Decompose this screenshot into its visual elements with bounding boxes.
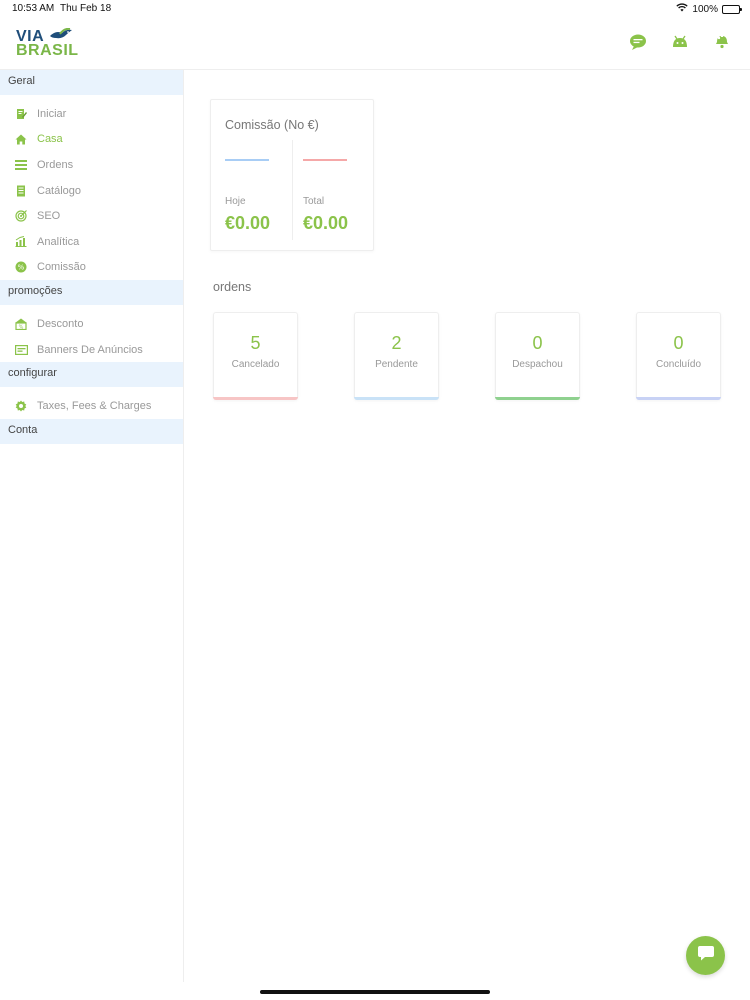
sidebar-item-label: SEO: [37, 210, 61, 223]
commission-total-value: €0.00: [303, 213, 349, 233]
document-edit-icon: [14, 107, 28, 121]
banner-icon: [14, 343, 28, 357]
target-icon: [14, 209, 28, 223]
status-time: 10:53 AM: [12, 3, 55, 14]
commission-today-value: €0.00: [225, 213, 271, 233]
bar-chart-icon: [14, 235, 28, 249]
sidebar-item-seo[interactable]: SEO: [0, 203, 183, 229]
sidebar-item-banners[interactable]: Banners De Anúncios: [0, 337, 183, 363]
book-icon: [14, 184, 28, 198]
order-status-label: Cancelado: [231, 359, 280, 370]
order-status-bar: [354, 397, 439, 400]
sidebar-section-promocoes: promoções: [0, 280, 183, 306]
home-icon: [14, 132, 28, 146]
sidebar-section-geral: Geral: [0, 70, 183, 95]
via-brasil-logo[interactable]: VIA BRASIL: [14, 26, 84, 62]
notification-bell-icon[interactable]: [712, 32, 732, 52]
status-bar: 10:53 AM Thu Feb 18 100%: [0, 0, 750, 18]
order-status-label: Concluído: [655, 359, 702, 370]
chat-icon: [697, 945, 715, 967]
order-status-bar: [213, 397, 298, 400]
order-status-bar: [636, 397, 721, 400]
dashboard-main: Comissão (No €) Hoje €0.00 Total €0.00 o…: [185, 70, 750, 982]
sidebar-item-label: Iniciar: [37, 107, 67, 120]
order-status-bar: [495, 397, 580, 400]
commission-total-indicator: [303, 159, 347, 161]
order-count: 5: [250, 333, 261, 353]
wifi-icon: [676, 3, 689, 15]
sidebar-item-desconto[interactable]: % Desconto: [0, 311, 183, 337]
sidebar-item-comissao[interactable]: % Comissão: [0, 255, 183, 281]
discount-icon: %: [14, 317, 28, 331]
sidebar-item-catalogo[interactable]: Catálogo: [0, 178, 183, 204]
order-status-label: Despachou: [512, 359, 563, 370]
sidebar-item-label: Desconto: [37, 317, 84, 330]
commission-today-label: Hoje: [225, 196, 246, 207]
commission-divider: [292, 140, 293, 240]
commission-title: Comissão (No €): [225, 118, 319, 132]
sidebar-item-label: Casa: [37, 133, 63, 146]
percent-icon: %: [14, 260, 28, 274]
app-header: VIA BRASIL: [0, 18, 750, 70]
sidebar-item-label: Comissão: [37, 261, 86, 274]
sidebar-section-configurar: configurar: [0, 362, 183, 388]
sidebar-item-taxes[interactable]: Taxes, Fees & Charges: [0, 393, 183, 419]
android-icon[interactable]: [670, 32, 690, 52]
sidebar-item-label: Ordens: [37, 158, 74, 171]
sidebar-item-label: Analítica: [37, 235, 80, 248]
sidebar-item-casa[interactable]: Casa: [0, 127, 183, 153]
order-status-label: Pendente: [375, 359, 418, 370]
sidebar-item-label: Taxes, Fees & Charges: [37, 400, 152, 413]
battery-icon: [722, 4, 742, 14]
svg-text:%: %: [18, 264, 25, 272]
commission-card: Comissão (No €) Hoje €0.00 Total €0.00: [210, 99, 374, 251]
sidebar-item-analitica[interactable]: Analítica: [0, 229, 183, 255]
order-count: 2: [391, 333, 402, 353]
order-card-cancelado[interactable]: 5 Cancelado: [213, 312, 298, 400]
home-indicator: [260, 990, 490, 994]
status-date: Thu Feb 18: [60, 3, 112, 14]
orders-section-title: ordens: [213, 280, 252, 294]
commission-today-indicator: [225, 159, 269, 161]
order-card-concluido[interactable]: 0 Concluído: [636, 312, 721, 400]
status-indicators: 100%: [676, 3, 742, 15]
chat-support-button[interactable]: [686, 936, 725, 975]
chat-bubbles-icon[interactable]: [628, 32, 648, 52]
commission-total-label: Total: [303, 196, 325, 207]
order-count: 0: [532, 333, 543, 353]
header-actions: [628, 32, 732, 52]
sidebar-item-label: Catálogo: [37, 184, 82, 197]
order-card-despachou[interactable]: 0 Despachou: [495, 312, 580, 400]
sidebar: Geral Iniciar Casa Ordens Catálogo SEO A…: [0, 70, 184, 982]
svg-text:%: %: [19, 324, 24, 330]
list-icon: [14, 158, 28, 172]
sidebar-item-ordens[interactable]: Ordens: [0, 152, 183, 178]
logo-text-brasil: BRASIL: [16, 42, 79, 59]
battery-percent: 100%: [692, 3, 718, 15]
sidebar-section-conta[interactable]: Conta: [0, 418, 183, 444]
order-card-pendente[interactable]: 2 Pendente: [354, 312, 439, 400]
sidebar-item-iniciar[interactable]: Iniciar: [0, 101, 183, 127]
settings-gear-icon: [14, 399, 28, 413]
order-count: 0: [673, 333, 684, 353]
sidebar-item-label: Banners De Anúncios: [37, 343, 143, 356]
